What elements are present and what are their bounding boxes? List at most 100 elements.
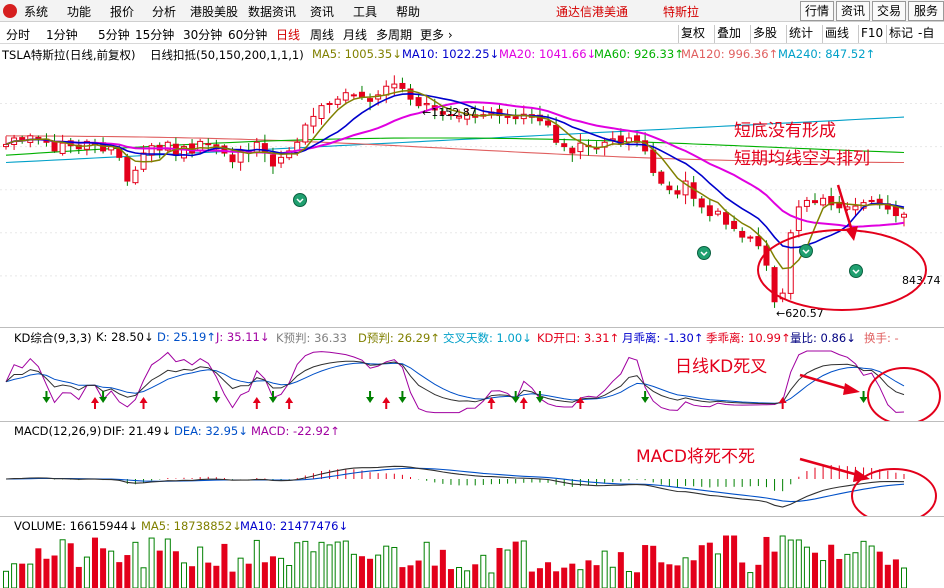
volume-bar — [189, 566, 196, 588]
candle-body — [51, 141, 58, 152]
tab-more[interactable]: 更多 › — [420, 26, 453, 43]
macd-dif-value: DIF: 21.49↓ — [103, 424, 172, 438]
tab-draw-line[interactable]: 画线 — [822, 25, 851, 43]
candle-body — [553, 124, 560, 143]
volume-panel-legend: VOLUME: 16615944↓ MA5: 18738852↓ MA10: 2… — [0, 517, 944, 534]
candle-body — [124, 156, 131, 182]
turnover-rate: 换手: - — [864, 331, 899, 345]
menu-hk-us-stocks[interactable]: 港股美股 — [190, 3, 238, 20]
volume-bar — [723, 535, 730, 588]
candle-body — [334, 98, 341, 105]
volume-chart[interactable] — [0, 534, 944, 588]
menu-quote[interactable]: 报价 — [110, 3, 134, 20]
volume-bar — [820, 560, 827, 588]
candle-body — [812, 200, 819, 204]
kd-indicator-chart[interactable] — [0, 345, 944, 421]
candle-body — [731, 220, 738, 229]
volume-bar — [197, 546, 204, 588]
candle-body — [423, 102, 430, 106]
tab-intraday[interactable]: 分时 — [6, 26, 30, 43]
tab-5min[interactable]: 5分钟 — [98, 26, 130, 43]
signal-icon — [293, 193, 307, 207]
volume-bar — [528, 571, 535, 588]
volume-bar — [674, 565, 681, 588]
volume-bar — [569, 563, 576, 588]
volume-bar — [245, 563, 252, 588]
candle-body — [358, 91, 365, 98]
brand-name: 通达信港美通 — [556, 5, 629, 19]
volume-bar — [625, 571, 632, 588]
macd-dif-line — [5, 465, 905, 508]
volume-ma10: MA10: 21477476↓ — [240, 519, 349, 533]
volume-bar — [100, 548, 107, 588]
menu-function[interactable]: 功能 — [67, 3, 91, 20]
candlestick-chart[interactable]: ←1152.87←620.57843.74 — [0, 63, 944, 326]
tab-f10[interactable]: F10 — [858, 25, 885, 43]
volume-bar — [318, 541, 325, 588]
menu-news[interactable]: 资讯 — [310, 3, 334, 20]
volume-title[interactable]: VOLUME: 16615944↓ — [14, 519, 138, 533]
macd-indicator-chart[interactable] — [0, 439, 944, 516]
tab-adjust[interactable]: 复权 — [678, 25, 707, 43]
volume-bar — [261, 562, 268, 588]
volume-bar — [439, 549, 446, 588]
volume-bar — [755, 564, 762, 588]
high-price-label: ←1152.87 — [422, 106, 477, 119]
ma20-value: MA20: 1041.66↓ — [499, 47, 597, 61]
indicator-label[interactable]: 日线扣抵(50,150,200,1,1,1) — [150, 47, 304, 63]
service-button[interactable]: 服务 — [908, 1, 944, 21]
tab-multi-period[interactable]: 多周期 — [376, 26, 412, 43]
volume-bar — [577, 569, 584, 588]
tab-30min[interactable]: 30分钟 — [183, 26, 222, 43]
kd-title[interactable]: KD综合(9,3,3) — [14, 330, 92, 346]
tab-60min[interactable]: 60分钟 — [228, 26, 267, 43]
kd-d-prediction: D预判: 26.29↑ — [358, 331, 440, 345]
candle-body — [892, 206, 899, 217]
volume-bar — [391, 546, 398, 588]
volume-bar — [884, 564, 891, 588]
volume-bar — [2, 570, 10, 588]
current-stock-name: 特斯拉 — [663, 5, 700, 19]
tab-overlay[interactable]: 叠加 — [714, 25, 743, 43]
candle-body — [132, 169, 139, 184]
tab-daily[interactable]: 日线 — [276, 26, 300, 43]
kd-golden-cross-arrow-icon — [285, 397, 294, 409]
menu-analysis[interactable]: 分析 — [152, 3, 176, 20]
volume-bar — [496, 547, 503, 588]
volume-bar — [650, 545, 657, 588]
tab-weekly[interactable]: 周线 — [310, 26, 334, 43]
info-button[interactable]: 资讯 — [836, 1, 870, 21]
tab-1min[interactable]: 1分钟 — [46, 26, 78, 43]
candle-body — [569, 147, 576, 154]
volume-bar — [844, 553, 851, 588]
volume-bar — [787, 539, 794, 588]
season-deviation: 季乖离: 10.99↑ — [706, 331, 791, 345]
menu-help[interactable]: 帮助 — [396, 3, 420, 20]
annotation-circle — [757, 229, 927, 311]
menu-data-info[interactable]: 数据资讯 — [248, 3, 296, 20]
trade-button[interactable]: 交易 — [872, 1, 906, 21]
tab-mark[interactable]: 标记 — [886, 25, 915, 43]
tab-15min[interactable]: 15分钟 — [135, 26, 174, 43]
macd-title[interactable]: MACD(12,26,9) — [14, 424, 101, 438]
kd-d-value: D: 25.19↑ — [157, 330, 216, 344]
volume-bar — [172, 551, 179, 588]
volume-bar — [278, 557, 285, 588]
volume-bar — [642, 545, 649, 588]
menu-tools[interactable]: 工具 — [353, 3, 377, 20]
menu-system[interactable]: 系统 — [24, 3, 48, 20]
candle-body — [763, 245, 770, 266]
volume-bar — [59, 539, 66, 588]
candle-body — [367, 98, 374, 102]
volume-bar — [156, 550, 163, 588]
kd-golden-cross-arrow-icon — [252, 397, 261, 409]
candle-body — [391, 83, 398, 89]
quote-button[interactable]: 行情 — [800, 1, 834, 21]
candle-body — [852, 205, 859, 211]
tab-multi-stock[interactable]: 多股 — [750, 25, 779, 43]
annotation-short-bottom: 短底没有形成 — [734, 121, 836, 141]
tab-watchlist[interactable]: -自选 — [916, 25, 944, 43]
candle-body — [545, 120, 552, 126]
tab-monthly[interactable]: 月线 — [343, 26, 367, 43]
tab-statistics[interactable]: 统计 — [786, 25, 815, 43]
